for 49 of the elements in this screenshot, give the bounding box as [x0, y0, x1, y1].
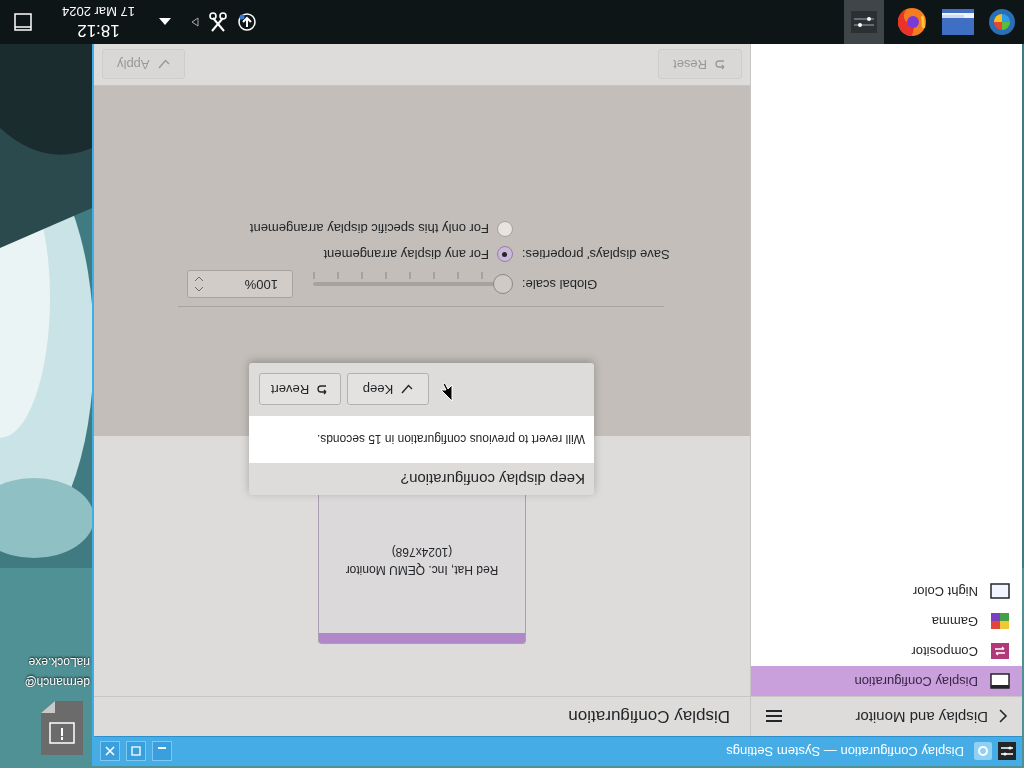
close-icon: [105, 746, 115, 757]
radio-button[interactable]: [497, 246, 513, 263]
save-properties-label: Save displays' properties:: [521, 246, 671, 264]
menu-icon[interactable]: [765, 709, 783, 724]
start-orb-icon[interactable]: [988, 8, 1016, 36]
scale-spinbox[interactable]: 100%: [187, 270, 293, 298]
monitor-icon: [990, 672, 1010, 690]
scissors-icon[interactable]: [209, 12, 227, 32]
window-app-icon[interactable]: [942, 9, 974, 35]
monitor-resolution: (1024x768): [391, 544, 453, 561]
window-title: Display Configuration — System Settings: [726, 743, 964, 762]
radio-button[interactable]: [497, 220, 513, 237]
dialog-title: Keep display configuration?: [400, 470, 585, 491]
radio-option[interactable]: For any display arrangement: [323, 244, 513, 264]
triangle-icon[interactable]: [191, 17, 199, 27]
clock-time[interactable]: 18:12: [77, 19, 120, 41]
minimize-button[interactable]: [152, 741, 172, 762]
sidebar-item[interactable]: Display Configuration: [751, 666, 1022, 696]
compositor-icon: [990, 642, 1010, 660]
show-desktop-icon[interactable]: [14, 13, 32, 31]
mixer-task-button[interactable]: [844, 0, 884, 44]
monitor-name: Red Hat, Inc. QEMU Monitor: [345, 562, 499, 579]
mouse-pointer-icon: [441, 382, 453, 402]
global-scale-label: Global scale:: [521, 275, 599, 294]
check-icon: [401, 384, 414, 395]
undo-icon: [715, 58, 727, 71]
close-button[interactable]: [100, 741, 120, 762]
minimize-icon: [158, 747, 166, 750]
browser-icon[interactable]: [896, 6, 928, 38]
desktop-icon-label: riaLock.exe: [27, 654, 90, 671]
dialog-message: Will revert to previous configuration in 15 seconds.: [316, 431, 585, 449]
back-icon[interactable]: [998, 708, 1008, 725]
desktop-icon-label: dermanch@: [24, 674, 90, 691]
radio-option[interactable]: For only this specific display arrangement: [249, 219, 513, 239]
check-icon: [157, 59, 170, 70]
gamma-icon: [990, 612, 1010, 630]
revert-button[interactable]: Revert: [259, 373, 341, 406]
spin-arrows-icon[interactable]: [194, 275, 204, 293]
slider-thumb[interactable]: [493, 274, 513, 294]
screen-icon: [990, 582, 1010, 600]
clock-date[interactable]: 17 Mar 2024: [62, 3, 135, 20]
sliders-icon: [851, 11, 877, 33]
keep-button[interactable]: Keep: [347, 373, 429, 406]
page-title: Display Configuration: [568, 706, 730, 729]
app-icon: [998, 742, 1016, 761]
info-file-icon[interactable]: [39, 699, 85, 757]
pin-icon[interactable]: [974, 742, 992, 761]
sidebar-title: Display and Monitor: [855, 707, 988, 728]
maximize-icon: [131, 746, 141, 757]
